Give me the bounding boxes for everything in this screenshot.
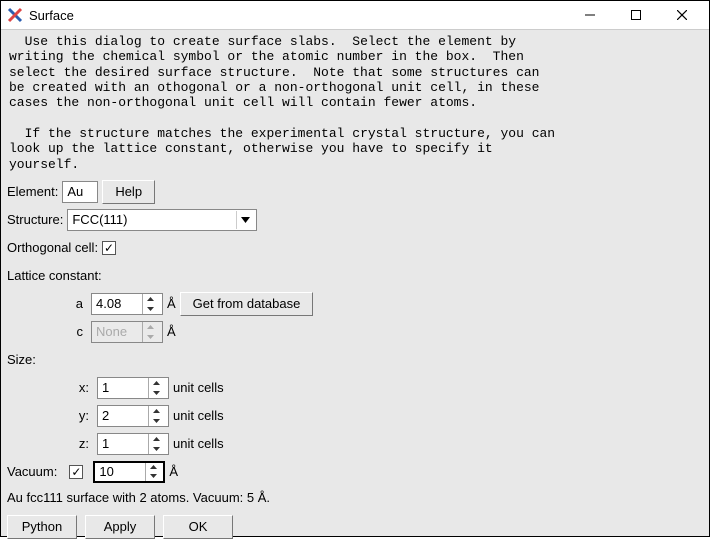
spin-down-icon[interactable] [146,472,161,481]
structure-label: Structure: [7,212,63,227]
titlebar: Surface [1,1,709,30]
size-x-label: x: [7,380,93,395]
structure-row: Structure: FCC(111) [7,208,703,232]
size-heading-row: Size: [7,348,703,372]
size-z-input[interactable] [98,434,148,454]
spin-buttons [148,406,164,426]
element-row: Element: Help [7,180,703,204]
spin-up-icon[interactable] [149,434,164,444]
element-input[interactable] [62,181,98,203]
apply-button[interactable]: Apply [85,515,155,539]
spin-up-icon [143,322,158,332]
spin-down-icon[interactable] [149,388,164,398]
lattice-heading-row: Lattice constant: [7,264,703,288]
lattice-c-row: c Å [7,320,703,344]
spin-down-icon [143,332,158,342]
size-x-input[interactable] [98,378,148,398]
spin-up-icon[interactable] [149,378,164,388]
chevron-down-icon [236,211,254,229]
get-from-database-button[interactable]: Get from database [180,292,314,316]
spin-up-icon[interactable] [143,294,158,304]
vacuum-row: Vacuum: Å [7,460,703,484]
spin-down-icon[interactable] [149,416,164,426]
close-button[interactable] [659,1,705,29]
vacuum-unit: Å [169,464,178,479]
size-y-unit: unit cells [173,408,224,423]
lattice-c-spinbox [91,321,163,343]
element-label: Element: [7,184,58,199]
size-z-unit: unit cells [173,436,224,451]
structure-select[interactable]: FCC(111) [67,209,257,231]
spin-down-icon[interactable] [149,444,164,454]
spin-buttons [142,294,158,314]
spin-buttons [148,434,164,454]
size-x-spinbox[interactable] [97,377,169,399]
lattice-c-input [92,322,142,342]
size-y-spinbox[interactable] [97,405,169,427]
python-button[interactable]: Python [7,515,77,539]
button-bar: Python Apply OK [7,511,703,539]
orthogonal-label: Orthogonal cell: [7,240,98,255]
size-y-input[interactable] [98,406,148,426]
lattice-label: Lattice constant: [7,268,102,283]
spin-up-icon[interactable] [146,463,161,472]
status-text: Au fcc111 surface with 2 atoms. Vacuum: … [7,488,703,507]
structure-value: FCC(111) [72,212,236,227]
ok-button[interactable]: OK [163,515,233,539]
vacuum-spinbox[interactable] [93,461,165,483]
window-title: Surface [29,8,567,23]
orthogonal-checkbox[interactable] [102,241,116,255]
spin-down-icon[interactable] [143,304,158,314]
lattice-c-label: c [7,324,87,339]
content-area: Use this dialog to create surface slabs.… [1,30,709,545]
minimize-button[interactable] [567,1,613,29]
size-z-label: z: [7,436,93,451]
app-icon [7,7,23,23]
spin-buttons [148,378,164,398]
maximize-button[interactable] [613,1,659,29]
help-button[interactable]: Help [102,180,155,204]
size-z-spinbox[interactable] [97,433,169,455]
size-y-label: y: [7,408,93,423]
help-text: Use this dialog to create surface slabs.… [7,32,703,176]
orthogonal-row: Orthogonal cell: [7,236,703,260]
lattice-a-unit: Å [167,296,176,311]
vacuum-input[interactable] [95,463,145,481]
vacuum-checkbox[interactable] [69,465,83,479]
lattice-a-input[interactable] [92,294,142,314]
window-buttons [567,1,705,29]
vacuum-label: Vacuum: [7,464,57,479]
spin-buttons [142,322,158,342]
spin-up-icon[interactable] [149,406,164,416]
lattice-a-label: a [7,296,87,311]
lattice-c-unit: Å [167,324,176,339]
size-label: Size: [7,352,36,367]
size-x-row: x: unit cells [7,376,703,400]
lattice-a-row: a Å Get from database [7,292,703,316]
size-x-unit: unit cells [173,380,224,395]
spin-buttons [145,463,161,481]
lattice-a-spinbox[interactable] [91,293,163,315]
size-y-row: y: unit cells [7,404,703,428]
window: Surface Use this dialog to create surfac… [0,0,710,537]
size-z-row: z: unit cells [7,432,703,456]
